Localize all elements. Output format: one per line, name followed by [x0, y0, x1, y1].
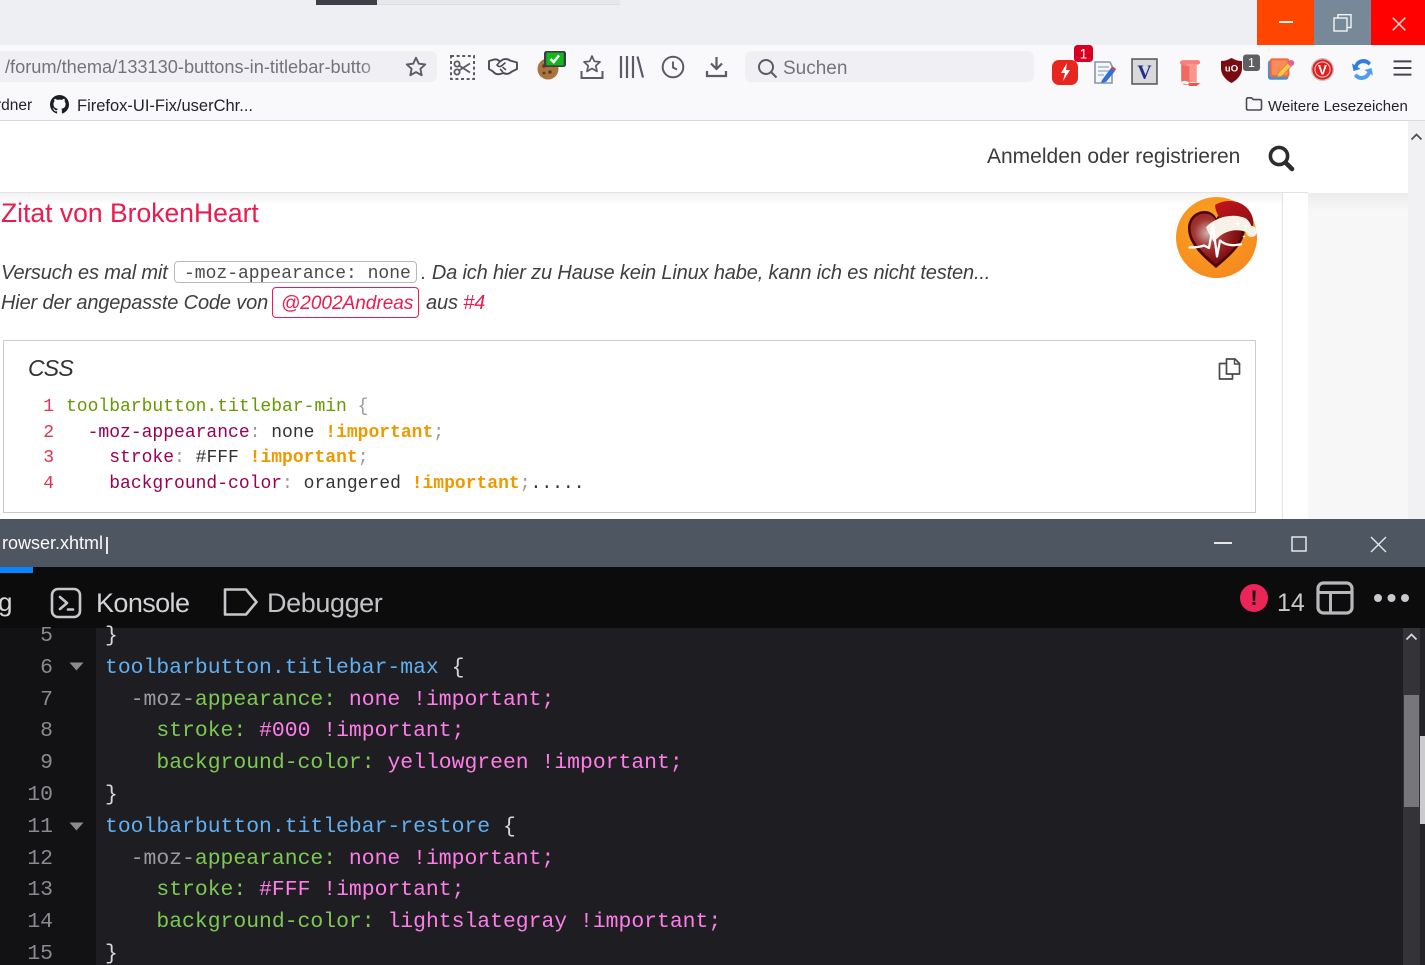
svg-text:1: 1 [1248, 56, 1255, 70]
svg-text:1: 1 [1080, 47, 1088, 62]
svg-text:V: V [1137, 61, 1152, 83]
svg-text:uO: uO [1225, 64, 1238, 75]
svg-text:V: V [1318, 63, 1327, 78]
